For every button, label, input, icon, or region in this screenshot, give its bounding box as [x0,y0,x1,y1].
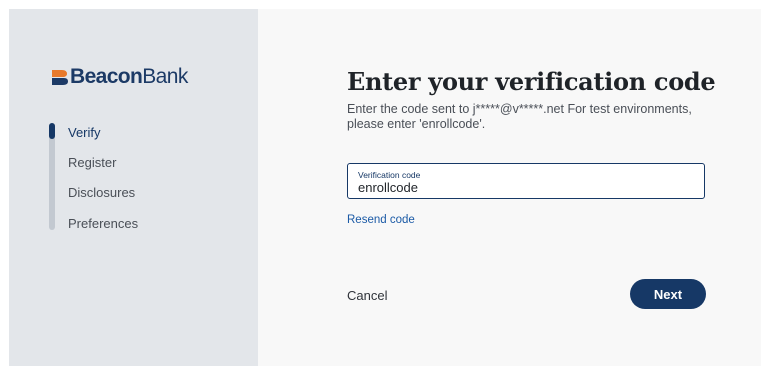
brand-logo: BeaconBank [51,65,188,89]
beacon-bank-logo-icon [52,70,68,85]
step-preferences[interactable]: Preferences [68,216,138,232]
page-subtitle: Enter the code sent to j*****@v*****.net… [347,102,692,131]
verification-code-label: Verification code [358,170,421,180]
app-frame: BeaconBank Verify Register Disclosures P… [9,9,761,366]
next-button[interactable]: Next [630,279,706,309]
main-panel: Enter your verification code Enter the c… [258,9,761,366]
brand-name: BeaconBank [70,65,188,88]
step-progress-indicator [49,123,55,139]
step-verify[interactable]: Verify [68,125,101,141]
verification-code-field[interactable]: Verification code [347,163,705,199]
step-progress-track [49,123,55,230]
step-disclosures[interactable]: Disclosures [68,185,135,201]
sidebar: BeaconBank Verify Register Disclosures P… [9,9,258,366]
cancel-button[interactable]: Cancel [347,288,387,303]
verification-code-input[interactable] [358,180,688,195]
page-title: Enter your verification code [347,67,716,96]
step-register[interactable]: Register [68,155,116,171]
resend-code-link[interactable]: Resend code [347,214,415,226]
